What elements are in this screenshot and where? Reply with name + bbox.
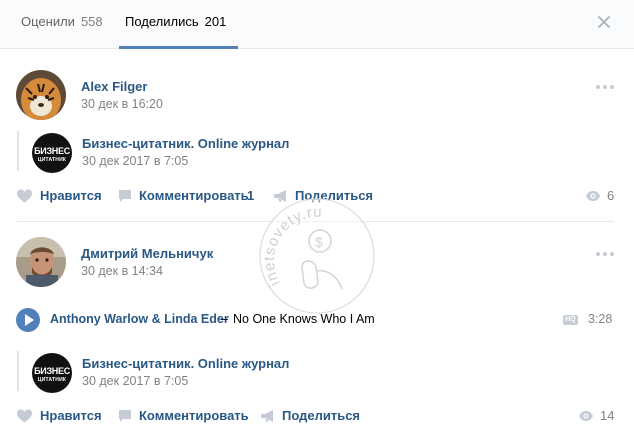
tab-shared[interactable]: Поделились 201 [125,0,226,49]
audio-artist[interactable]: Anthony Warlow & Linda Eder [50,312,229,326]
tab-shared-label: Поделились [125,14,199,29]
share-button[interactable]: Поделиться [273,186,373,206]
like-label: Нравится [40,408,102,423]
eye-icon [579,411,593,421]
play-icon[interactable] [16,308,40,332]
repost-bar [17,131,19,171]
source-date[interactable]: 30 дек 2017 в 7:05 [82,374,188,388]
repost-bar [17,351,19,391]
megaphone-icon [261,410,273,422]
svg-text:inetsovety.ru: inetsovety.ru [261,204,323,289]
watermark-text: inetsovety.ru [261,204,322,289]
like-button[interactable]: Нравится [16,406,102,426]
share-label: Поделиться [295,188,374,203]
hq-badge: HQ [563,315,578,325]
post-date[interactable]: 30 дек в 14:34 [81,264,163,278]
author-name[interactable]: Alex Filger [81,79,147,94]
views-counter: 6 [585,186,625,206]
comment-icon [119,190,131,202]
megaphone-icon [274,190,286,202]
avatar[interactable] [16,237,66,287]
audio-duration: 3:28 [588,312,613,326]
source-logo[interactable]: БИЗНЕС ЦИТАТНИК [32,353,72,393]
comment-label: Комментировать [139,408,249,423]
audio-title: No One Knows Who I Am [233,312,375,326]
heart-icon [17,409,32,423]
share-button[interactable]: Поделиться [260,406,360,426]
tab-liked-count: 558 [80,14,103,29]
post-divider [17,221,614,222]
share-label: Поделиться [282,408,361,423]
source-name[interactable]: Бизнес-цитатник. Online журнал [82,356,289,371]
comment-icon [119,410,131,422]
comment-button[interactable]: Комментировать [117,406,249,426]
source-name[interactable]: Бизнес-цитатник. Online журнал [82,136,289,151]
comment-button[interactable]: Комментировать 1 [117,186,259,206]
views-counter: 14 [578,406,628,426]
active-tab-indicator [119,46,238,49]
eye-icon [586,191,600,201]
watermark-logo: inetsovety.ru $ [259,198,375,314]
views-count: 14 [600,408,615,423]
author-name[interactable]: Дмитрий Мельничук [81,246,213,261]
source-date[interactable]: 30 дек 2017 в 7:05 [82,154,188,168]
audio-separator: – [221,312,228,326]
more-icon[interactable] [596,84,614,90]
more-icon[interactable] [596,251,614,257]
close-icon[interactable] [596,14,612,30]
like-label: Нравится [40,188,102,203]
views-count: 6 [607,188,615,203]
tab-liked-label: Оценили [21,14,75,29]
tab-liked[interactable]: Оценили 558 [21,0,103,49]
comment-count: 1 [247,188,255,203]
audio-track[interactable]: Anthony Warlow & Linda Eder – No One Kno… [16,308,616,332]
heart-icon [17,189,32,203]
comment-label: Комментировать [139,188,249,203]
tab-shared-count: 201 [204,14,227,29]
post-date[interactable]: 30 дек в 16:20 [81,97,163,111]
avatar[interactable] [16,70,66,120]
like-button[interactable]: Нравится [16,186,102,206]
svg-text:$: $ [315,234,323,250]
tabs-bar: Оценили 558 Поделились 201 [0,0,634,49]
source-logo[interactable]: БИЗНЕС ЦИТАТНИК [32,133,72,173]
